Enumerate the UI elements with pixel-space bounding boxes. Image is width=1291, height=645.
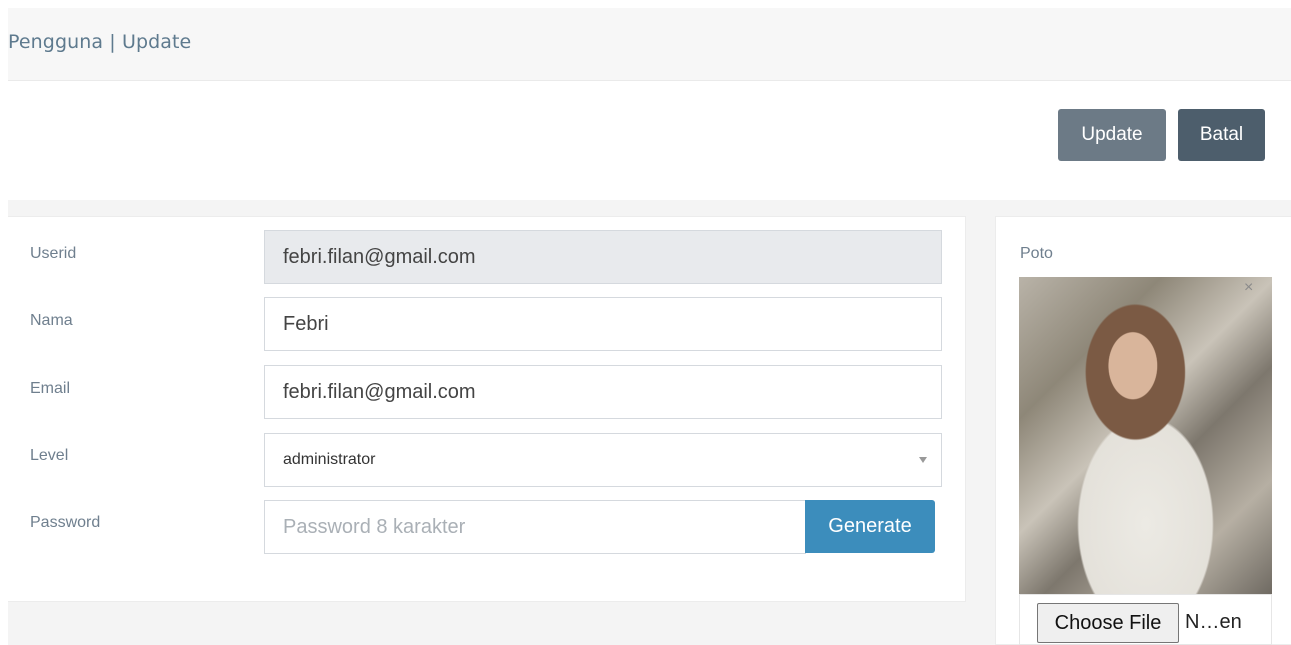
email-field[interactable]: febri.filan@gmail.com	[264, 365, 942, 419]
file-name-text: N…en	[1185, 611, 1242, 633]
level-label: Level	[30, 447, 69, 464]
level-select[interactable]: administrator	[264, 433, 942, 487]
password-field[interactable]: Password 8 karakter	[264, 500, 806, 554]
generate-button[interactable]: Generate	[805, 500, 935, 553]
top-strip	[0, 0, 1291, 8]
profile-photo	[1019, 277, 1272, 594]
page-title: Pengguna | Update	[8, 31, 192, 53]
level-selected-value: administrator	[283, 451, 376, 468]
header-bar	[8, 8, 1291, 81]
nama-field[interactable]: Febri	[264, 297, 942, 351]
chevron-down-icon	[919, 457, 927, 463]
cancel-button[interactable]: Batal	[1178, 109, 1265, 161]
photo-label: Poto	[1020, 245, 1053, 262]
close-icon[interactable]: ×	[1244, 279, 1253, 297]
update-button[interactable]: Update	[1058, 109, 1166, 161]
userid-field: febri.filan@gmail.com	[264, 230, 942, 284]
choose-file-button[interactable]: Choose File	[1037, 603, 1179, 643]
password-label: Password	[30, 514, 101, 531]
nama-label: Nama	[30, 312, 73, 329]
userid-label: Userid	[30, 245, 77, 262]
email-label: Email	[30, 380, 71, 397]
